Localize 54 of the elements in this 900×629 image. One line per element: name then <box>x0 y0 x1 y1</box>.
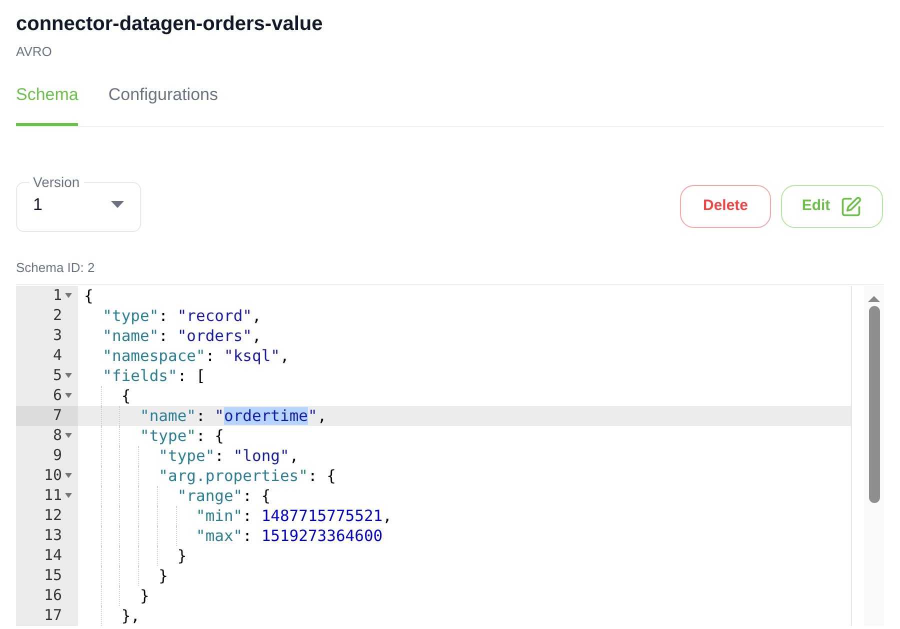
code-line: "range": { <box>176 486 271 504</box>
line-number: 5 <box>52 365 62 386</box>
format-label: AVRO <box>16 43 53 61</box>
line-number: 10 <box>44 465 62 486</box>
tab[interactable]: Configurations <box>108 82 218 126</box>
line-number: 13 <box>44 525 62 546</box>
scroll-up-arrow-icon[interactable] <box>868 296 880 302</box>
line-number: 12 <box>44 505 62 526</box>
line-number: 11 <box>44 485 62 506</box>
line-number: 15 <box>44 565 62 586</box>
line-number: 2 <box>52 305 62 326</box>
code-line: "type": "record", <box>102 306 262 324</box>
code-line: }, <box>120 606 140 624</box>
edit-button[interactable]: Edit <box>781 185 883 228</box>
schema-title: connector-datagen-orders-value <box>16 12 324 37</box>
line-number: 7 <box>52 405 62 426</box>
dropdown-caret-icon <box>111 201 124 208</box>
fold-caret-icon[interactable] <box>64 473 72 478</box>
code-line: "max": 1519273364600 <box>194 526 383 544</box>
code-editor[interactable] <box>16 284 884 626</box>
code-line: { <box>84 286 94 304</box>
code-line: { <box>120 386 131 404</box>
code-line: "namespace": "ksql", <box>102 346 290 364</box>
scrollbar-thumb[interactable] <box>868 306 880 502</box>
edit-icon <box>840 196 862 218</box>
line-number: 16 <box>44 585 62 606</box>
tab[interactable]: Schema <box>16 82 78 126</box>
schema-id-label: Schema ID: 2 <box>16 259 96 277</box>
fold-caret-icon[interactable] <box>64 493 72 498</box>
fold-caret-icon[interactable] <box>64 433 72 438</box>
code-line: } <box>138 586 150 604</box>
code-line: "min": 1487715775521, <box>194 506 392 524</box>
fold-caret-icon[interactable] <box>64 293 72 298</box>
code-line: "type": { <box>138 426 224 444</box>
code-line: "name": "ordertime", <box>138 406 327 424</box>
code-line: } <box>158 566 168 584</box>
delete-button[interactable]: Delete <box>680 185 771 228</box>
line-number: 8 <box>52 425 62 446</box>
fold-caret-icon[interactable] <box>64 373 72 378</box>
code-line: } <box>176 546 187 564</box>
version-value: 1 <box>33 194 42 216</box>
line-number: 6 <box>52 385 62 406</box>
code-line: "fields": [ <box>102 366 206 384</box>
line-number: 14 <box>44 545 62 566</box>
code-line: "arg.properties": { <box>158 466 336 484</box>
line-number: 1 <box>52 285 62 306</box>
code-line: "type": "long", <box>158 446 299 464</box>
code-line: "name": "orders", <box>102 326 262 344</box>
line-number: 4 <box>52 345 62 366</box>
version-label: Version <box>32 173 81 192</box>
line-number: 17 <box>44 605 62 626</box>
line-number: 9 <box>52 445 62 466</box>
fold-caret-icon[interactable] <box>64 393 72 398</box>
line-number: 3 <box>52 325 62 346</box>
